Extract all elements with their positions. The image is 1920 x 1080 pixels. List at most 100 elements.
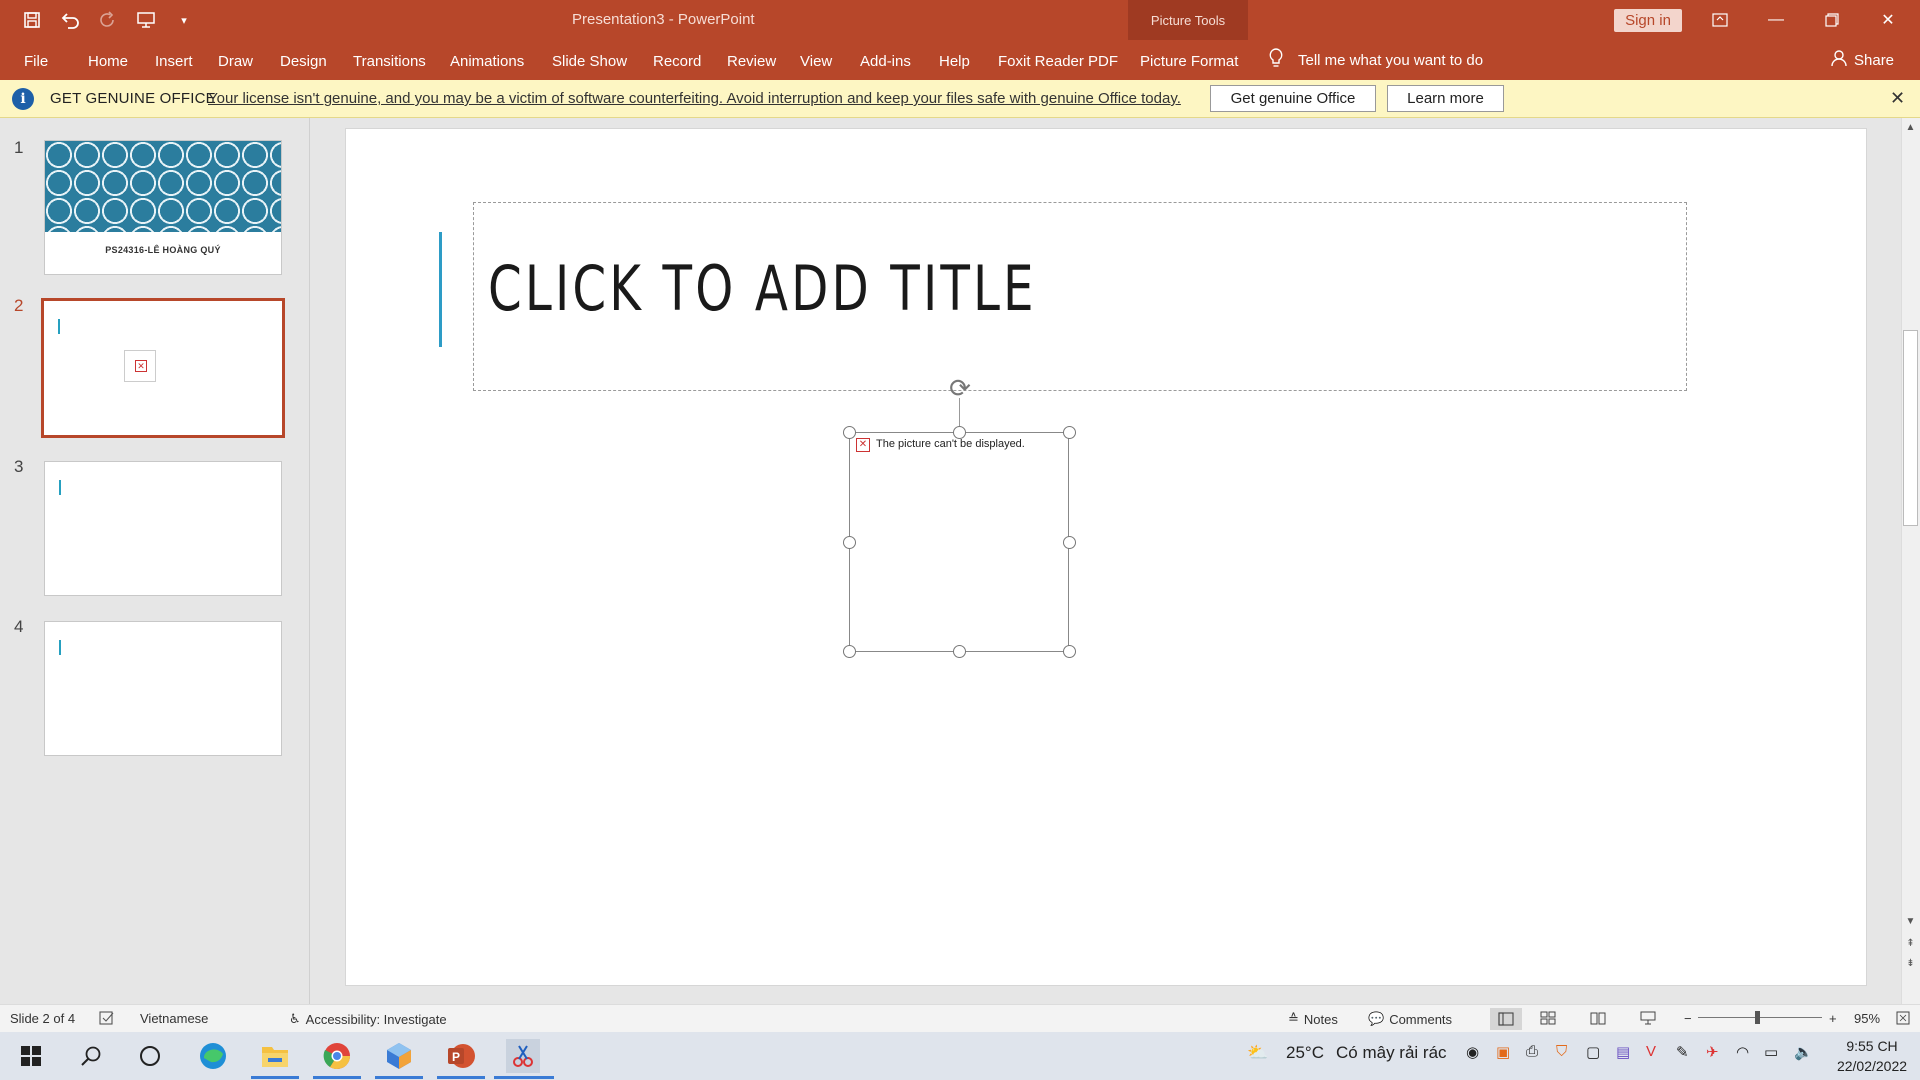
- search-icon[interactable]: [74, 1039, 108, 1073]
- language-indicator[interactable]: Vietnamese: [140, 1011, 208, 1026]
- slide-position: Slide 2 of 4: [10, 1011, 76, 1026]
- snipping-tool-icon[interactable]: [506, 1039, 540, 1073]
- wifi-icon[interactable]: ◠: [1736, 1043, 1749, 1061]
- battery-icon[interactable]: ▭: [1764, 1043, 1778, 1061]
- app-hexagon-icon[interactable]: [382, 1039, 416, 1073]
- chrome-icon[interactable]: [320, 1039, 354, 1073]
- resize-handle-left[interactable]: [843, 536, 856, 549]
- tab-animations[interactable]: Animations: [450, 40, 524, 80]
- java-icon[interactable]: ▣: [1496, 1043, 1510, 1061]
- tab-view[interactable]: View: [800, 40, 832, 80]
- slide-sorter-view-icon[interactable]: [1540, 1011, 1556, 1025]
- zoom-slider-track[interactable]: [1698, 1017, 1822, 1018]
- windows-start-icon[interactable]: [14, 1039, 48, 1073]
- resize-handle-top[interactable]: [953, 426, 966, 439]
- tab-picture-format[interactable]: Picture Format: [1140, 40, 1238, 80]
- save-icon[interactable]: [20, 8, 44, 32]
- zalo-icon[interactable]: ◉: [1466, 1043, 1479, 1061]
- tab-transitions[interactable]: Transitions: [353, 40, 426, 80]
- scroll-up-icon[interactable]: ▲: [1902, 120, 1919, 136]
- spelling-check-icon[interactable]: [99, 1011, 115, 1025]
- task-view-icon[interactable]: [133, 1039, 167, 1073]
- customize-qat-icon[interactable]: ▾: [172, 8, 196, 32]
- minimize-icon[interactable]: —: [1754, 5, 1798, 35]
- tab-help[interactable]: Help: [939, 40, 970, 80]
- thumbnail-pattern-image: [45, 141, 281, 232]
- resize-handle-bottom-left[interactable]: [843, 645, 856, 658]
- tab-insert[interactable]: Insert: [155, 40, 193, 80]
- file-explorer-icon[interactable]: [258, 1039, 292, 1073]
- slide-thumbnails-pane: 1 PS24316-LÊ HOÀNG QUÝ 2 ✕ 3 4: [0, 118, 310, 1004]
- brave-icon[interactable]: ⛉: [1556, 1043, 1567, 1060]
- camera-icon[interactable]: ⎙: [1526, 1043, 1538, 1060]
- resize-handle-top-right[interactable]: [1063, 426, 1076, 439]
- thumb-number: 2: [14, 296, 24, 315]
- weather-icon[interactable]: ⛅: [1247, 1043, 1268, 1063]
- zoom-slider-thumb[interactable]: [1755, 1011, 1760, 1024]
- comments-button[interactable]: 💬 Comments: [1368, 1011, 1452, 1027]
- powerpoint-icon[interactable]: P: [444, 1039, 478, 1073]
- undo-icon[interactable]: [58, 8, 82, 32]
- resize-handle-right[interactable]: [1063, 536, 1076, 549]
- notes-button[interactable]: ≙ Notes: [1288, 1011, 1338, 1027]
- network-activity-icon[interactable]: ✈: [1706, 1043, 1719, 1061]
- tab-design[interactable]: Design: [280, 40, 327, 80]
- scroll-down-icon[interactable]: ▼: [1902, 914, 1919, 930]
- resize-handle-bottom-right[interactable]: [1063, 645, 1076, 658]
- learn-more-button[interactable]: Learn more: [1387, 85, 1504, 112]
- tab-record[interactable]: Record: [653, 40, 701, 80]
- redo-icon[interactable]: [96, 8, 120, 32]
- volume-icon[interactable]: 🔈: [1794, 1043, 1813, 1061]
- sign-in-button[interactable]: Sign in: [1614, 9, 1682, 32]
- weather-description[interactable]: Có mây rải rác: [1336, 1043, 1447, 1063]
- zoom-level[interactable]: 95%: [1854, 1011, 1880, 1026]
- vertical-scrollbar[interactable]: [1901, 118, 1920, 1004]
- present-from-beginning-icon[interactable]: [134, 8, 158, 32]
- tell-me-search[interactable]: Tell me what you want to do: [1268, 40, 1483, 80]
- selected-picture[interactable]: [849, 432, 1069, 652]
- normal-view-icon[interactable]: [1490, 1008, 1522, 1030]
- tab-file[interactable]: File: [24, 40, 48, 80]
- slide-thumbnail-4[interactable]: [44, 621, 282, 756]
- rotate-handle-icon[interactable]: ⟳: [946, 374, 974, 402]
- person-icon: [1830, 49, 1848, 71]
- next-slide-icon[interactable]: ⇟: [1902, 956, 1919, 972]
- system-clock[interactable]: 9:55 CH 22/02/2022: [1830, 1036, 1914, 1076]
- restore-icon[interactable]: [1810, 5, 1854, 35]
- tab-draw[interactable]: Draw: [218, 40, 253, 80]
- clock-date: 22/02/2022: [1836, 1058, 1908, 1074]
- tab-slide-show[interactable]: Slide Show: [552, 40, 627, 80]
- slide-thumbnail-2[interactable]: ✕: [41, 298, 285, 438]
- tab-add-ins[interactable]: Add-ins: [860, 40, 911, 80]
- weather-temperature[interactable]: 25°C: [1286, 1043, 1324, 1063]
- paint-icon[interactable]: ✎: [1676, 1043, 1689, 1061]
- tab-foxit-reader-pdf[interactable]: Foxit Reader PDF: [998, 40, 1118, 80]
- message-heading: GET GENUINE OFFICE: [50, 90, 216, 107]
- window-icon[interactable]: ▢: [1586, 1043, 1600, 1061]
- slide-thumbnail-3[interactable]: [44, 461, 282, 596]
- zoom-in-icon[interactable]: +: [1829, 1011, 1837, 1026]
- slide-thumbnail-1[interactable]: PS24316-LÊ HOÀNG QUÝ: [44, 140, 282, 275]
- close-message-icon[interactable]: ✕: [1890, 88, 1905, 109]
- scrollbar-thumb[interactable]: [1903, 330, 1918, 526]
- license-warning-link[interactable]: Your license isn't genuine, and you may …: [208, 90, 1181, 107]
- thumbnail-title-accent: [58, 319, 60, 334]
- accessibility-checker[interactable]: ♿ Accessibility: Investigate: [289, 1011, 447, 1027]
- slide-show-view-icon[interactable]: [1640, 1011, 1656, 1025]
- tab-home[interactable]: Home: [88, 40, 128, 80]
- resize-handle-top-left[interactable]: [843, 426, 856, 439]
- previous-slide-icon[interactable]: ⇞: [1902, 936, 1919, 952]
- close-icon[interactable]: ✕: [1866, 5, 1910, 35]
- share-button[interactable]: Share: [1830, 40, 1894, 80]
- ribbon-display-options-icon[interactable]: [1698, 5, 1742, 35]
- accessibility-icon: ♿: [289, 1011, 301, 1026]
- antivirus-icon[interactable]: V: [1646, 1043, 1656, 1060]
- fit-slide-icon[interactable]: [1896, 1011, 1910, 1025]
- tab-review[interactable]: Review: [727, 40, 776, 80]
- onenote-icon[interactable]: ▤: [1616, 1043, 1630, 1061]
- get-genuine-office-button[interactable]: Get genuine Office: [1210, 85, 1376, 112]
- resize-handle-bottom[interactable]: [953, 645, 966, 658]
- reading-view-icon[interactable]: [1590, 1011, 1606, 1025]
- edge-icon[interactable]: [196, 1039, 230, 1073]
- zoom-out-icon[interactable]: −: [1684, 1011, 1692, 1026]
